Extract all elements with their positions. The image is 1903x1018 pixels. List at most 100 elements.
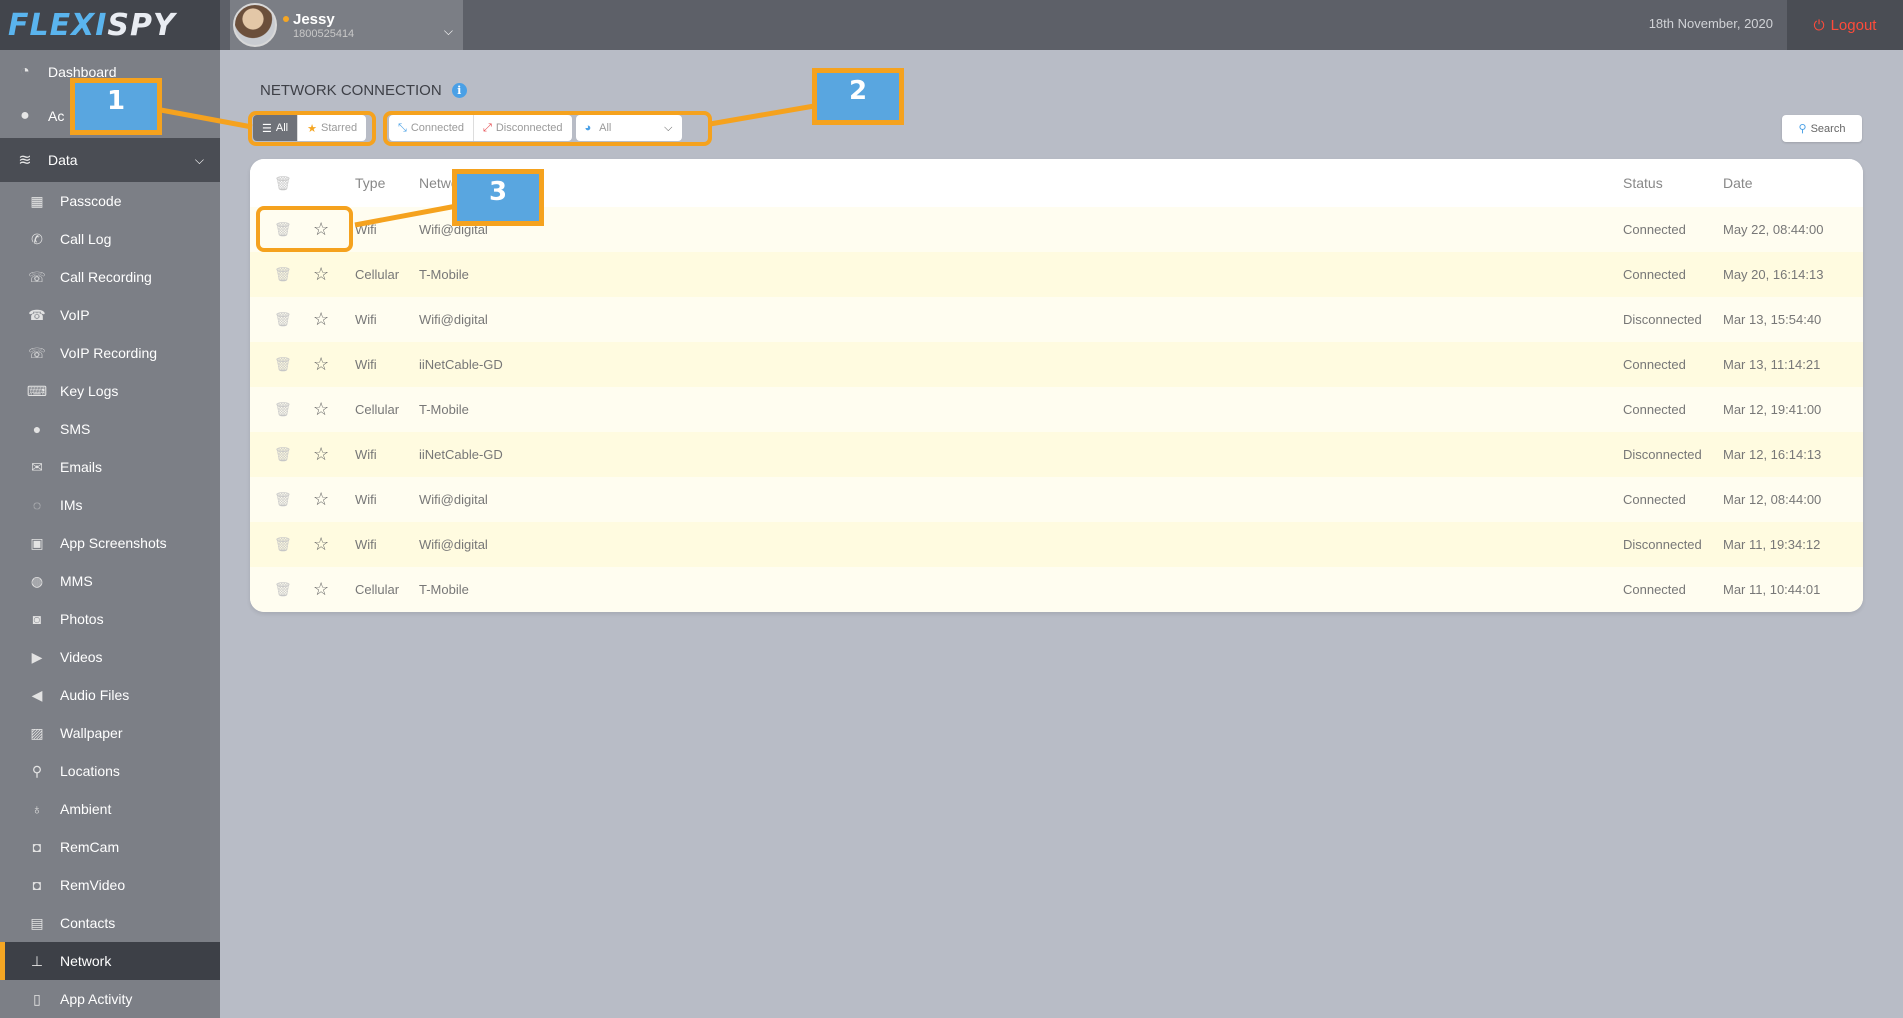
star-outline-icon[interactable]: ☆ bbox=[313, 264, 329, 285]
chevron-down-icon: ⌵ bbox=[194, 152, 204, 167]
cell-date: Mar 13, 15:54:40 bbox=[1723, 312, 1822, 327]
video-camera-icon: ▶ bbox=[31, 648, 43, 665]
search-button[interactable]: ⚲ Search bbox=[1782, 115, 1862, 142]
remcam-icon: ◘ bbox=[32, 839, 42, 855]
sidebar-item-label: Photos bbox=[60, 611, 104, 627]
cell-status: Connected bbox=[1623, 582, 1686, 597]
sidebar-item-wallpaper[interactable]: ▨ Wallpaper bbox=[0, 714, 220, 752]
table-row[interactable]: 🗑 ☆ Wifi Wifi@digital Connected Mar 12, 08:44… bbox=[250, 477, 1863, 522]
column-header-type[interactable]: Type bbox=[355, 175, 385, 191]
table-row[interactable]: 🗑 ☆ Wifi Wifi@digital Disconnected Mar 13, 15… bbox=[250, 297, 1863, 342]
sidebar-item-label: VoIP Recording bbox=[60, 345, 158, 361]
sidebar-item-audio-files[interactable]: ◀ Audio Files bbox=[0, 676, 220, 714]
sidebar-item-label: Audio Files bbox=[60, 687, 130, 703]
annotation-badge-1: 1 bbox=[70, 78, 162, 135]
sidebar-item-call-log[interactable]: ✆ Call Log bbox=[0, 220, 220, 258]
sidebar-item-voip-recording[interactable]: ☏ VoIP Recording bbox=[0, 334, 220, 372]
grid-icon: ▦ bbox=[30, 192, 44, 209]
cell-type: Cellular bbox=[355, 402, 400, 417]
sidebar-item-app-screenshots[interactable]: ▣ App Screenshots bbox=[0, 524, 220, 562]
device-name: Jessy bbox=[283, 11, 354, 28]
logout-button[interactable]: ⏻ Logout bbox=[1787, 0, 1903, 50]
star-outline-icon[interactable]: ☆ bbox=[313, 399, 329, 420]
page-title: NETWORK CONNECTION i bbox=[260, 82, 467, 99]
trash-icon[interactable]: 🗑 bbox=[274, 356, 292, 373]
sidebar-item-label: IMs bbox=[60, 497, 83, 513]
trash-icon[interactable]: 🗑 bbox=[274, 446, 292, 463]
sidebar-item-sms[interactable]: ● SMS bbox=[0, 410, 220, 448]
column-header-date[interactable]: Date bbox=[1723, 175, 1753, 191]
cell-status: Connected bbox=[1623, 402, 1686, 417]
sidebar-item-network[interactable]: ⊥ Network bbox=[0, 942, 220, 980]
star-outline-icon[interactable]: ☆ bbox=[313, 309, 329, 330]
cell-type: Cellular bbox=[355, 582, 400, 597]
annotation-number-3: 3 bbox=[488, 176, 508, 207]
sidebar-item-label: Videos bbox=[60, 649, 103, 665]
sidebar-item-contacts[interactable]: ▤ Contacts bbox=[0, 904, 220, 942]
sidebar-item-locations[interactable]: ⚲ Locations bbox=[0, 752, 220, 790]
camera-icon: ◙ bbox=[32, 611, 42, 627]
cell-status: Connected bbox=[1623, 267, 1686, 282]
trash-icon[interactable]: 🗑 bbox=[274, 401, 292, 418]
logo-area[interactable]: FLEXISPY bbox=[0, 0, 220, 50]
table-row[interactable]: 🗑 ☆ Cellular T-Mobile Connected Mar 11, 10:44… bbox=[250, 567, 1863, 612]
sidebar-item-remcam[interactable]: ◘ RemCam bbox=[0, 828, 220, 866]
trash-icon[interactable]: 🗑 bbox=[274, 536, 292, 553]
phone-wave-icon: ☏ bbox=[28, 268, 46, 285]
sidebar-item-voip[interactable]: ☎ VoIP bbox=[0, 296, 220, 334]
phone-icon: ✆ bbox=[31, 230, 43, 247]
column-header-status[interactable]: Status bbox=[1623, 175, 1663, 191]
trash-icon[interactable]: 🗑 bbox=[274, 311, 292, 328]
star-outline-icon[interactable]: ☆ bbox=[313, 579, 329, 600]
sidebar-item-label: SMS bbox=[60, 421, 91, 437]
sidebar-item-ims[interactable]: ◌ IMs bbox=[0, 486, 220, 524]
cell-status: Disconnected bbox=[1623, 312, 1702, 327]
cell-status: Connected bbox=[1623, 492, 1686, 507]
sidebar-item-key-logs[interactable]: ⌨ Key Logs bbox=[0, 372, 220, 410]
table-row[interactable]: 🗑 ☆ Cellular T-Mobile Connected May 20, 16:14… bbox=[250, 252, 1863, 297]
trash-icon[interactable]: 🗑 bbox=[274, 266, 292, 283]
sidebar-item-ambient[interactable]: ♁ Ambient bbox=[0, 790, 220, 828]
sidebar-item-app-activity[interactable]: ▯ App Activity bbox=[0, 980, 220, 1018]
star-outline-icon[interactable]: ☆ bbox=[313, 444, 329, 465]
voip-recording-icon: ☏ bbox=[28, 344, 46, 361]
sidebar-item-remvideo[interactable]: ◘ RemVideo bbox=[0, 866, 220, 904]
chevron-down-icon[interactable]: ⌵ bbox=[444, 24, 453, 39]
cell-network: Wifi@digital bbox=[419, 312, 488, 327]
device-selector[interactable]: Jessy 1800525414 ⌵ bbox=[230, 0, 463, 50]
trash-icon[interactable]: 🗑 bbox=[274, 581, 292, 598]
cell-type: Wifi bbox=[355, 222, 377, 237]
star-outline-icon[interactable]: ☆ bbox=[313, 534, 329, 555]
sidebar-item-label: Call Recording bbox=[60, 269, 152, 285]
sidebar-item-call-recording[interactable]: ☏ Call Recording bbox=[0, 258, 220, 296]
sidebar-item-passcode[interactable]: ▦ Passcode bbox=[0, 182, 220, 220]
sidebar-item-videos[interactable]: ▶ Videos bbox=[0, 638, 220, 676]
star-outline-icon[interactable]: ☆ bbox=[313, 489, 329, 510]
table-row[interactable]: 🗑 ☆ Wifi Wifi@digital Disconnected Mar 11, 19… bbox=[250, 522, 1863, 567]
sidebar-item-emails[interactable]: ✉ Emails bbox=[0, 448, 220, 486]
cell-type: Cellular bbox=[355, 267, 400, 282]
cell-date: Mar 11, 19:34:12 bbox=[1723, 537, 1821, 552]
sidebar-item-label: App Activity bbox=[60, 991, 133, 1007]
trash-icon[interactable]: 🗑 bbox=[274, 491, 292, 508]
dashboard-icon: ◔ bbox=[20, 63, 30, 80]
logo-text-spy: SPY bbox=[107, 7, 176, 43]
sidebar-item-label: Call Log bbox=[60, 231, 112, 247]
star-outline-icon[interactable]: ☆ bbox=[313, 354, 329, 375]
flexispy-logo[interactable]: FLEXISPY bbox=[8, 8, 176, 43]
sidebar-item-label: RemCam bbox=[60, 839, 120, 855]
cell-type: Wifi bbox=[355, 357, 377, 372]
cell-type: Wifi bbox=[355, 312, 377, 327]
delete-all-icon[interactable]: 🗑 bbox=[274, 175, 292, 192]
address-book-icon: ▤ bbox=[30, 914, 44, 931]
sidebar-item-label: App Screenshots bbox=[60, 535, 167, 551]
user-icon: ● bbox=[20, 107, 30, 124]
table-row[interactable]: 🗑 ☆ Cellular T-Mobile Connected Mar 12, 19:41… bbox=[250, 387, 1863, 432]
sidebar-item-photos[interactable]: ◙ Photos bbox=[0, 600, 220, 638]
table-row[interactable]: 🗑 ☆ Wifi iiNetCable-GD Disconnected Mar 12, 1… bbox=[250, 432, 1863, 477]
table-row[interactable]: 🗑 ☆ Wifi iiNetCable-GD Connected Mar 13, 11:1… bbox=[250, 342, 1863, 387]
sidebar-item-data[interactable]: ≋ Data ⌵ bbox=[0, 138, 220, 182]
sidebar-item-label: Network bbox=[60, 953, 112, 969]
sidebar-item-mms[interactable]: ◍ MMS bbox=[0, 562, 220, 600]
info-icon[interactable]: i bbox=[451, 83, 467, 98]
